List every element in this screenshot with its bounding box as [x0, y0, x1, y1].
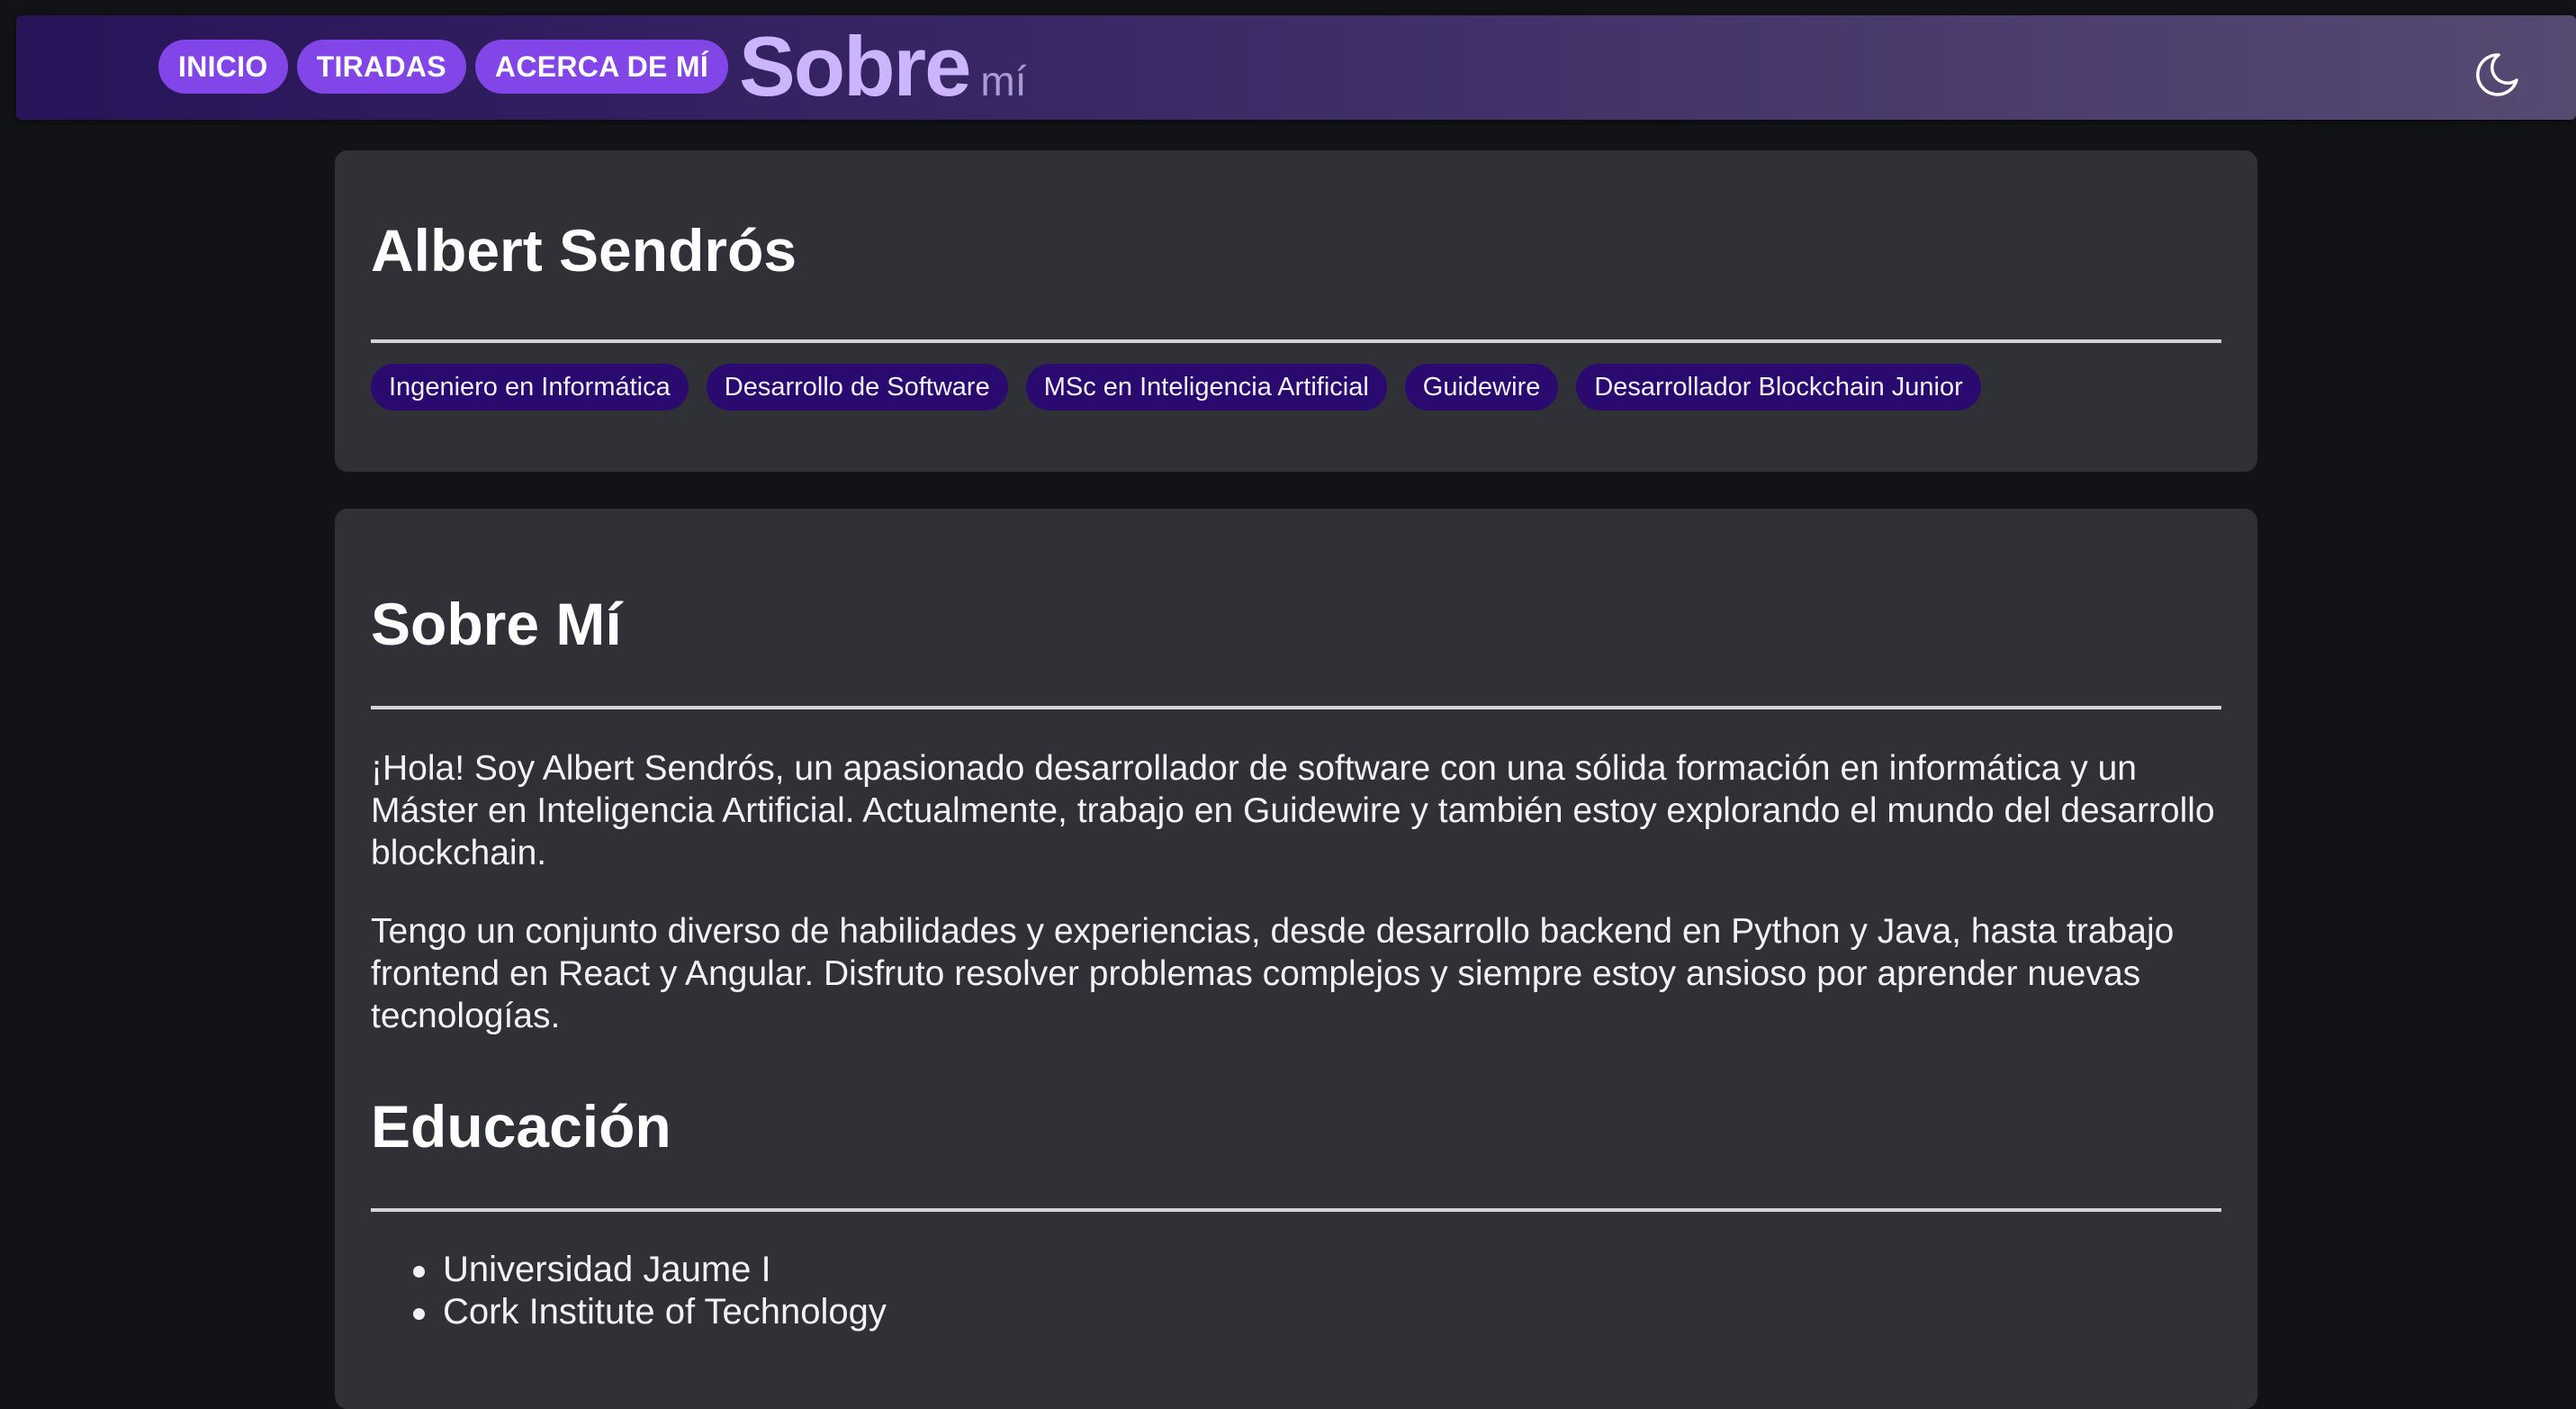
education-heading: Educación [371, 1093, 671, 1160]
education-item: Cork Institute of Technology [371, 1291, 2221, 1333]
profile-tag: Desarrollador Blockchain Junior [1576, 364, 1981, 411]
profile-tag: Ingeniero en Informática [371, 364, 689, 411]
education-divider [371, 1208, 2221, 1212]
theme-toggle-button[interactable] [2472, 50, 2522, 100]
page-brand-title: Sobre mí [739, 24, 1027, 109]
brand-title: Sobre [739, 19, 971, 113]
nav-tiradas-button[interactable]: TIRADAS [296, 40, 466, 94]
about-paragraph: ¡Hola! Soy Albert Sendrós, un apasionado… [371, 749, 2215, 872]
profile-divider [371, 339, 2221, 343]
profile-tag: Guidewire [1404, 364, 1559, 411]
profile-tags: Ingeniero en Informática Desarrollo de S… [371, 364, 2221, 411]
about-divider [371, 706, 2221, 709]
nav-inicio-button[interactable]: INICIO [158, 40, 288, 94]
main-nav: INICIO TIRADAS ACERCA DE MÍ [158, 40, 729, 94]
education-item: Universidad Jaume I [371, 1249, 2221, 1291]
profile-card: Albert Sendrós Ingeniero en Informática … [335, 150, 2257, 472]
brand-subtitle: mí [980, 58, 1027, 104]
top-navbar: INICIO TIRADAS ACERCA DE MÍ Sobre mí [16, 15, 2576, 120]
moon-icon [2476, 53, 2518, 96]
education-list: Universidad Jaume I Cork Institute of Te… [371, 1249, 2221, 1333]
nav-acerca-de-mi-button[interactable]: ACERCA DE MÍ [474, 40, 729, 94]
profile-tag: MSc en Inteligencia Artificial [1025, 364, 1387, 411]
about-heading: Sobre Mí [371, 591, 622, 657]
profile-name: Albert Sendrós [371, 217, 797, 284]
profile-tag: Desarrollo de Software [706, 364, 1008, 411]
about-card: Sobre Mí ¡Hola! Soy Albert Sendrós, un a… [335, 509, 2257, 1409]
about-paragraph: Tengo un conjunto diverso de habilidades… [371, 912, 2175, 1035]
